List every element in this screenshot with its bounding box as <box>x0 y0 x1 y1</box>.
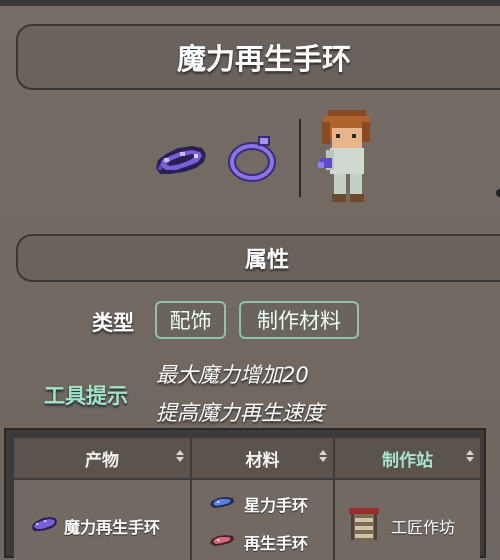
mana-regeneration-band-icon <box>156 146 206 174</box>
type-tag-crafting-material[interactable]: 制作材料 <box>239 301 359 339</box>
header-label: 产物 <box>85 450 119 471</box>
station-cell: 工匠作坊 <box>335 480 480 560</box>
properties-section-bar: 属性 <box>16 234 500 282</box>
item-title: 魔力再生手环 <box>176 42 351 76</box>
table-row: 魔力再生手环 星力手环 再生手环 工匠作坊 <box>14 480 480 560</box>
tinkerers-workshop-icon <box>349 508 379 540</box>
item-infobox: 魔力再生手环 属性 类型 配饰 制作材料 工具提示 最大魔力增加20 提高魔力再… <box>0 0 500 560</box>
column-header-materials[interactable]: 材料 <box>192 438 335 478</box>
product-cell: 魔力再生手环 <box>14 480 192 560</box>
properties-title: 属性 <box>244 248 289 273</box>
edge-marker <box>496 189 500 197</box>
band-outline-icon <box>228 136 276 182</box>
header-label: 材料 <box>245 450 280 471</box>
mana-regeneration-band-icon <box>32 517 57 531</box>
tooltip-label[interactable]: 工具提示 <box>44 380 128 410</box>
column-header-station[interactable]: 制作站 <box>335 438 480 478</box>
tooltip-line: 最大魔力增加20 <box>156 363 309 387</box>
table-header: 产物 材料 制作站 <box>14 438 480 478</box>
header-label: 制作站 <box>382 450 433 471</box>
item-title-bar: 魔力再生手环 <box>16 24 500 90</box>
column-header-product[interactable]: 产物 <box>14 438 192 478</box>
band-of-starpower-icon <box>210 497 234 508</box>
material-link[interactable]: 星力手环 <box>244 492 308 516</box>
materials-cell: 星力手环 再生手环 <box>192 480 335 560</box>
type-label: 类型 <box>92 311 134 335</box>
type-tag-accessory[interactable]: 配饰 <box>155 301 226 339</box>
tooltip-line: 提高魔力再生速度 <box>156 401 324 425</box>
band-of-regeneration-icon <box>210 535 234 546</box>
material-link[interactable]: 再生手环 <box>244 530 308 554</box>
station-link[interactable]: 工匠作坊 <box>391 514 455 538</box>
image-divider <box>299 119 301 197</box>
player-character-icon <box>318 110 370 202</box>
item-images <box>0 106 500 216</box>
recipe-table: 产物 材料 制作站 魔力再生手环 星力手环 再生手环 工匠作坊 <box>4 428 486 560</box>
product-link[interactable]: 魔力再生手环 <box>64 514 160 538</box>
